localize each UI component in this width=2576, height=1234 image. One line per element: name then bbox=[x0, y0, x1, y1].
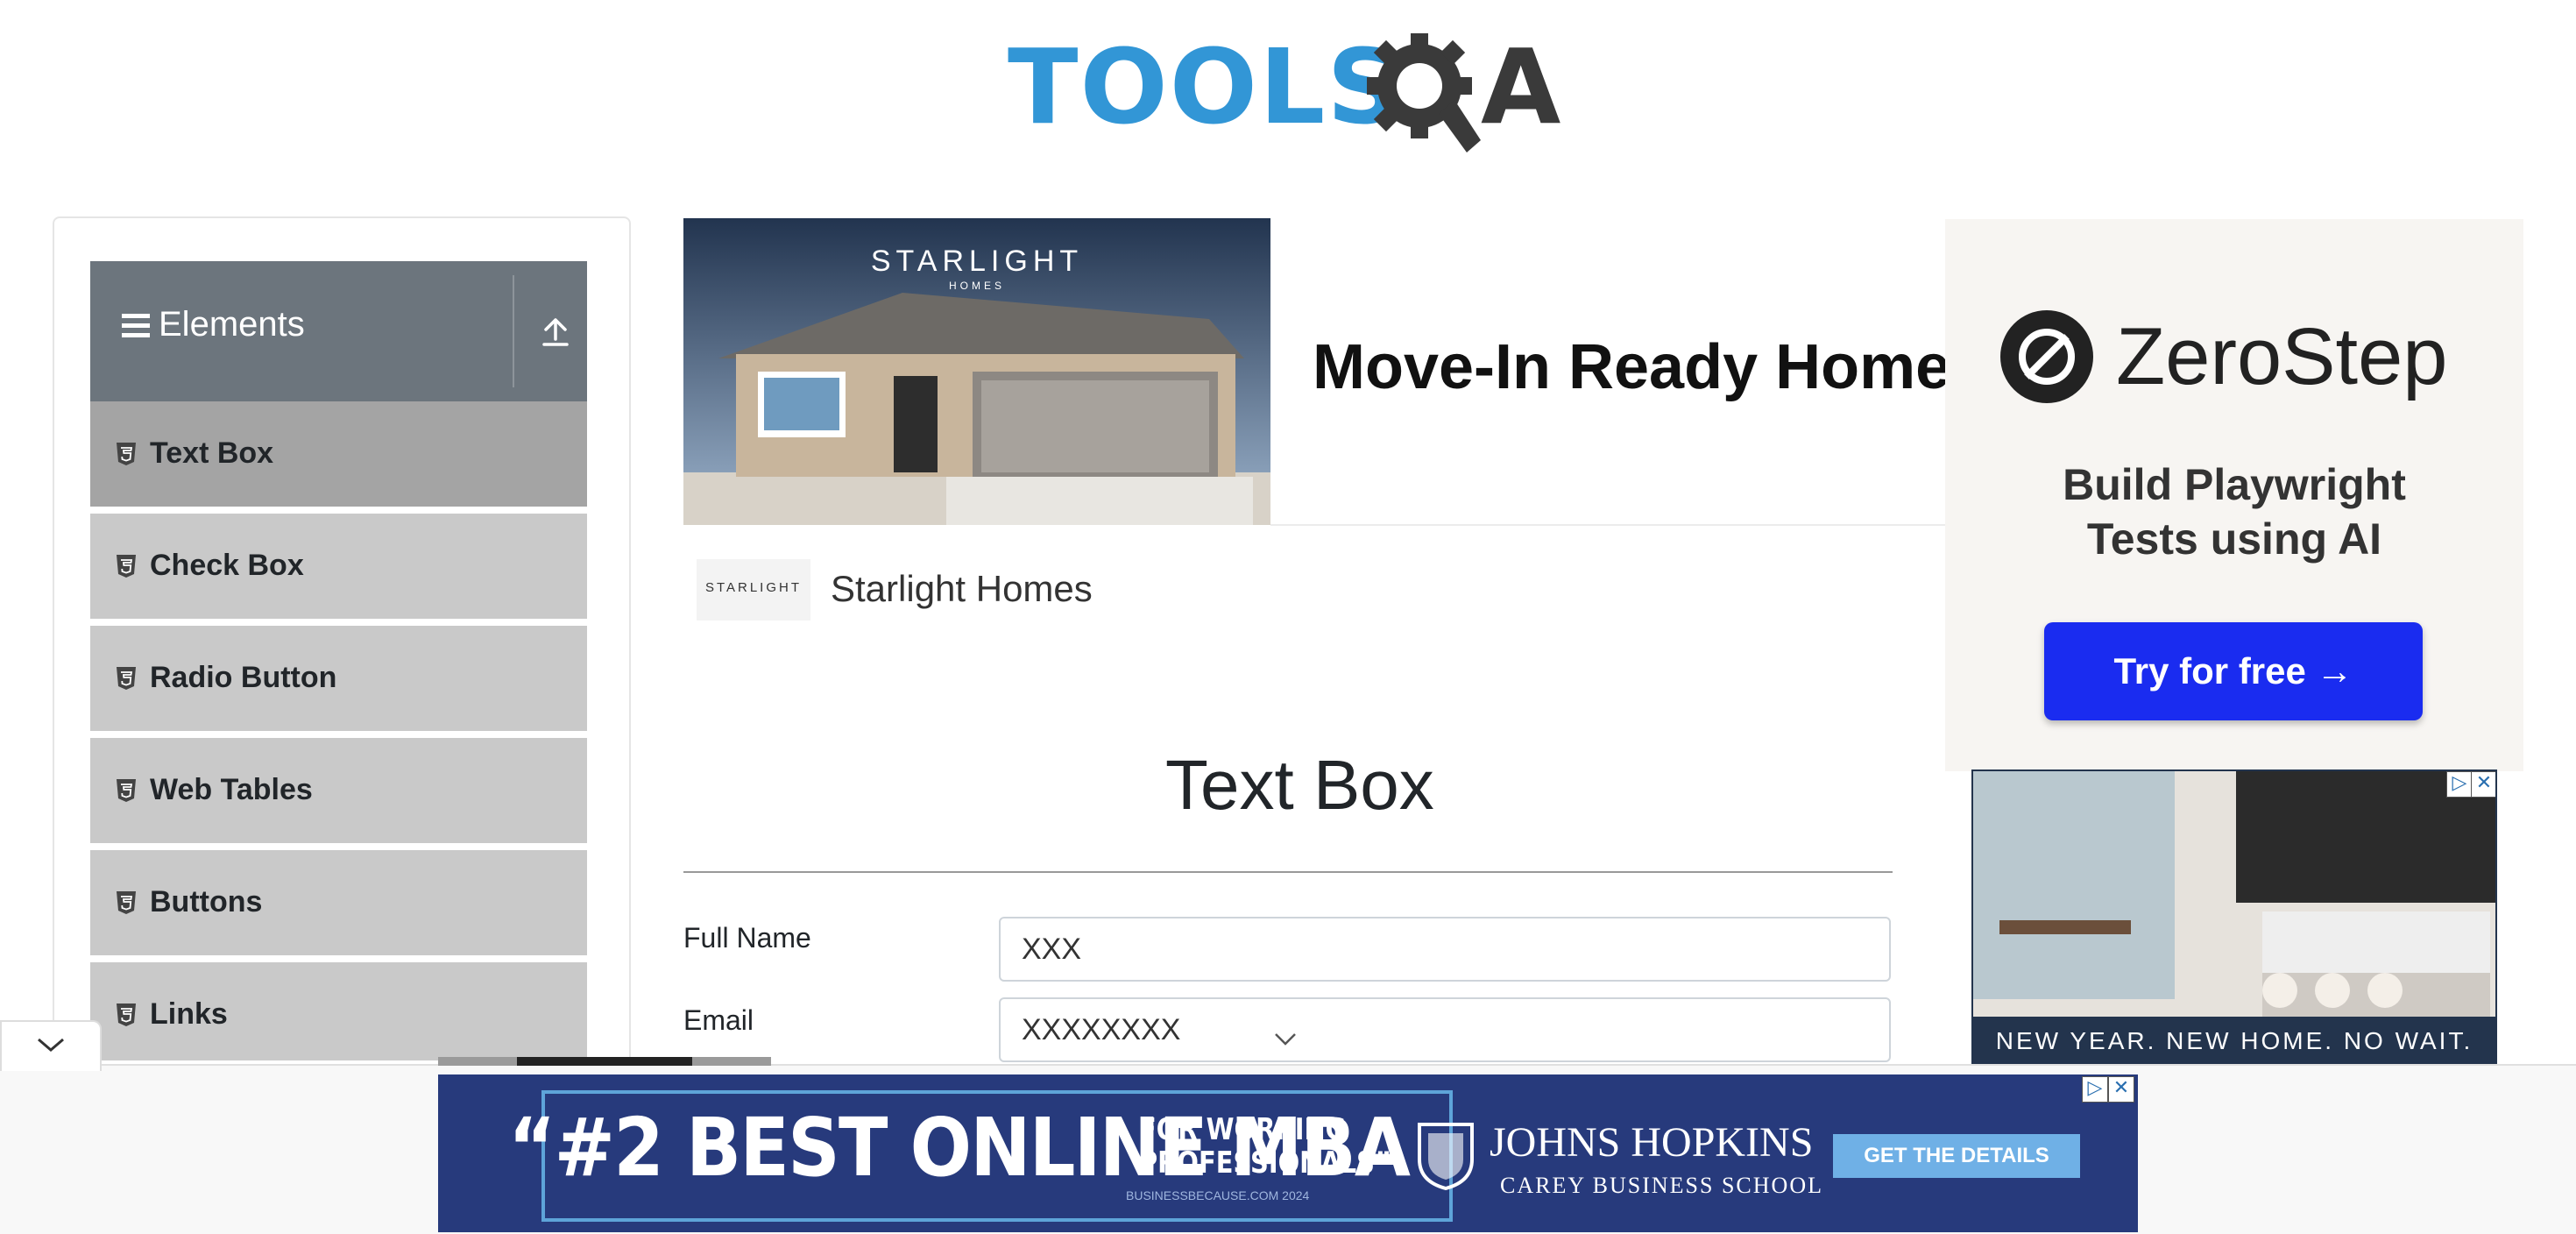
mba-banner-ad[interactable]: “#2 BEST ONLINE MBA FOR WORKING PROFESSI… bbox=[438, 1074, 2138, 1232]
get-details-button[interactable]: GET THE DETAILS bbox=[1833, 1134, 2080, 1178]
ad-choices-icon[interactable]: ▷ bbox=[2446, 771, 2473, 798]
sidebar-item-label: Check Box bbox=[150, 549, 304, 582]
sidebar-item-label: Web Tables bbox=[150, 773, 313, 806]
sidebar-item-links[interactable]: Links bbox=[90, 962, 587, 1064]
sidebar-item-label: Text Box bbox=[150, 436, 274, 470]
school-name: JOHNS HOPKINS bbox=[1490, 1119, 1814, 1166]
school-subname: CAREY BUSINESS SCHOOL bbox=[1500, 1173, 1823, 1198]
close-icon[interactable]: ✕ bbox=[2108, 1076, 2134, 1103]
mba-sub-line-1: FOR WORKING bbox=[1139, 1112, 1347, 1147]
advertiser-name[interactable]: Starlight Homes bbox=[831, 568, 1093, 610]
email-label: Email bbox=[683, 1004, 754, 1036]
html5-icon bbox=[117, 891, 136, 914]
zerostep-tagline-line-2: Tests using AI bbox=[2086, 514, 2382, 564]
ad-choices-icon[interactable]: ▷ bbox=[2082, 1076, 2108, 1103]
close-icon[interactable]: ✕ bbox=[2471, 771, 2495, 798]
chevron-down-icon[interactable] bbox=[1272, 1025, 1299, 1052]
advertiser-logo[interactable]: STARLIGHT bbox=[697, 559, 810, 621]
sidebar-item-buttons[interactable]: Buttons bbox=[90, 850, 587, 959]
ad-divider bbox=[1270, 524, 1945, 526]
email-input[interactable] bbox=[999, 997, 1891, 1062]
sidebar-item-web-tables[interactable]: Web Tables bbox=[90, 738, 587, 847]
html5-icon bbox=[117, 1004, 136, 1026]
university-seal-icon bbox=[1418, 1123, 1474, 1190]
html5-icon bbox=[117, 443, 136, 465]
house-ad-image[interactable]: STARLIGHT HOMES bbox=[683, 218, 1270, 525]
kitchen-ad-caption: NEW YEAR. NEW HOME. NO WAIT. bbox=[1973, 1017, 2495, 1062]
full-name-input[interactable] bbox=[999, 917, 1891, 982]
sidebar-item-label: Buttons bbox=[150, 885, 263, 918]
image-brand: STARLIGHT bbox=[870, 245, 1084, 278]
toolsqa-logo[interactable]: TOOLS A bbox=[1008, 26, 1577, 158]
gear-magnifier-icon bbox=[1367, 33, 1481, 152]
image-brand-sub: HOMES bbox=[948, 280, 1005, 292]
elements-group-header[interactable]: Elements bbox=[90, 261, 587, 401]
kitchen-illustration bbox=[1973, 771, 2495, 1025]
logo-tail: A bbox=[1481, 26, 1561, 147]
sidebar-item-label: Links bbox=[150, 997, 228, 1031]
mba-fine-print: BUSINESSBECAUSE.COM 2024 bbox=[1126, 1188, 1310, 1202]
advertiser-logo-text: STARLIGHT bbox=[704, 580, 803, 595]
html5-icon bbox=[117, 779, 136, 802]
collapse-banner-tab[interactable] bbox=[0, 1020, 102, 1071]
zerostep-logo-icon bbox=[2000, 310, 2093, 403]
collapse-up-icon[interactable] bbox=[534, 309, 577, 353]
html5-icon bbox=[117, 667, 136, 690]
title-divider bbox=[683, 871, 1893, 873]
kitchen-ad[interactable]: ▷ ✕ NEW YEAR. NEW HOME. NO WAIT. bbox=[1971, 769, 2497, 1064]
mba-subheadline: FOR WORKING PROFESSIONALS” bbox=[1139, 1113, 1391, 1180]
mba-sub-line-2: PROFESSIONALS” bbox=[1139, 1145, 1391, 1181]
sidebar-item-radio-button[interactable]: Radio Button bbox=[90, 626, 587, 734]
zerostep-brand: ZeroStep bbox=[2116, 312, 2448, 401]
page-title: Text Box bbox=[1165, 746, 1434, 824]
full-name-label: Full Name bbox=[683, 922, 811, 954]
zerostep-tagline-line-1: Build Playwright bbox=[2063, 460, 2406, 509]
sidebar-item-label: Radio Button bbox=[150, 661, 337, 694]
header-divider bbox=[513, 275, 514, 387]
hamburger-icon bbox=[122, 314, 150, 338]
ad-heading[interactable]: Move-In Ready Homes bbox=[1313, 331, 1985, 403]
html5-icon bbox=[117, 555, 136, 578]
try-for-free-button[interactable]: Try for free → bbox=[2044, 622, 2423, 720]
scrollbar-thumb[interactable] bbox=[517, 1057, 692, 1066]
zerostep-tagline: Build Playwright Tests using AI bbox=[1963, 457, 2506, 566]
chevron-down-icon bbox=[38, 1038, 64, 1052]
logo-text: TOOLS bbox=[1008, 26, 1404, 147]
sidebar-item-check-box[interactable]: Check Box bbox=[90, 514, 587, 622]
group-title: Elements bbox=[159, 305, 305, 344]
sidebar-item-text-box[interactable]: Text Box bbox=[90, 401, 587, 510]
